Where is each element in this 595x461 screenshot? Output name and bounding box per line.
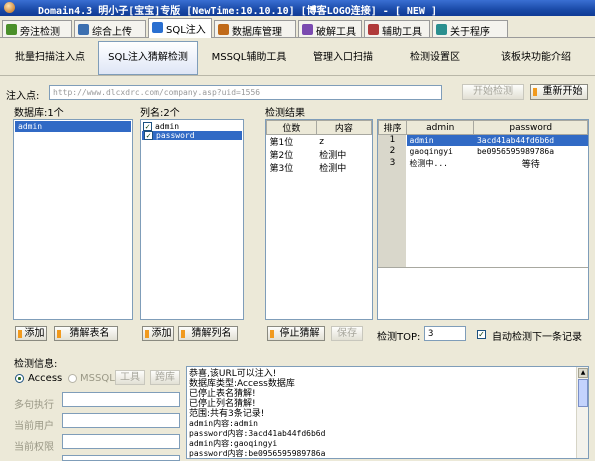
table-row[interactable]: 1 admin 3acd41ab44fd6b6d	[379, 134, 588, 146]
tab-sql-inject[interactable]: SQL注入	[148, 18, 212, 38]
syringe-icon	[152, 22, 163, 33]
log-output[interactable]: 恭喜,该URL可以注入! 数据库类型:Access数据库 已停止表名猜解! 已停…	[186, 366, 589, 459]
mssql-tools-button[interactable]: MSSQL辅助工具	[200, 40, 298, 76]
window-title: Domain4.3 明小子[宝宝]专版 [NewTime:10.10.10] […	[38, 6, 437, 16]
main-tabs: 旁注检测 综合上传 SQL注入 数据库管理 破解工具 辅助工具 关于程序	[0, 18, 595, 38]
current-perm-field[interactable]	[62, 434, 180, 449]
access-label: Access	[28, 373, 63, 384]
tool-button[interactable]: 工具	[115, 370, 145, 385]
table-row: 第2位 检测中	[269, 151, 347, 161]
table-row: 第1位 z	[269, 136, 324, 149]
sort-header: 排序	[378, 120, 407, 135]
table-row[interactable]: 3 检测中... 等待	[379, 157, 588, 170]
scroll-thumb[interactable]	[578, 379, 588, 407]
checkbox-checked-icon[interactable]: ✓	[144, 131, 153, 140]
admin-col-header: admin	[405, 120, 475, 135]
table-row: 第3位 检测中	[269, 164, 347, 174]
table-row[interactable]: 2 gaoqingyi be0956595989786a	[379, 146, 588, 157]
log-line: admin内容:admin	[189, 419, 258, 428]
cross-db-button[interactable]: 跨库	[150, 370, 180, 385]
log-line: 恭喜,该URL可以注入!	[189, 369, 277, 379]
col-item[interactable]: ✓ admin	[141, 120, 243, 131]
tab-about[interactable]: 关于程序	[432, 20, 508, 38]
content-header: 内容	[315, 120, 372, 135]
info-icon	[436, 24, 447, 35]
position-table: 位数 内容 第1位 z 第2位 检测中 第3位 检测中	[265, 119, 373, 320]
settings-button[interactable]: 检测设置区	[390, 40, 480, 76]
log-line: 范围:共有3条记录!	[189, 409, 265, 419]
top-label: 检测TOP:	[377, 332, 421, 343]
title-bar: Domain4.3 明小子[宝宝]专版 [NewTime:10.10.10] […	[0, 0, 595, 16]
top-input[interactable]: 3	[424, 326, 466, 341]
checkbox-checked-icon[interactable]: ✓	[143, 122, 152, 131]
scroll-up-icon[interactable]: ▲	[578, 368, 588, 378]
log-line: 已停止列名猜解!	[189, 399, 256, 409]
log-line: 已停止表名猜解!	[189, 389, 256, 399]
sql-guess-button[interactable]: SQL注入猜解检测	[98, 41, 198, 75]
tab-upload[interactable]: 综合上传	[74, 20, 146, 38]
col-count-label: 列名:2个	[140, 108, 180, 119]
auto-next-label: 自动检测下一条记录	[492, 332, 582, 343]
current-perm-label: 当前权限	[14, 442, 54, 453]
col-item[interactable]: ✓ password	[142, 131, 242, 140]
wrench-icon	[368, 24, 379, 35]
password-col-header: password	[473, 120, 588, 135]
guess-columns-button[interactable]: 猜解列名	[178, 326, 238, 341]
db-add-button[interactable]: 添加	[15, 326, 47, 341]
guess-tables-button[interactable]: 猜解表名	[54, 326, 118, 341]
col-list[interactable]: ✓ admin ✓ password	[140, 119, 244, 320]
log-line: password内容:be0956595989786a	[189, 449, 326, 458]
stop-guess-button[interactable]: 停止猜解	[267, 326, 325, 341]
magnifier-icon	[6, 24, 17, 35]
sql-toolbar: 批量扫描注入点 SQL注入猜解检测 MSSQL辅助工具 管理入口扫描 检测设置区…	[0, 40, 595, 76]
checkbox-checked-icon[interactable]: ✓	[477, 329, 486, 339]
app-icon	[4, 2, 15, 13]
extra-field[interactable]	[62, 455, 180, 461]
multi-exec-label: 多句执行	[14, 400, 54, 411]
table-divider	[378, 267, 588, 268]
radio-access-icon[interactable]	[15, 374, 24, 383]
tab-db-manage[interactable]: 数据库管理	[214, 20, 296, 38]
db-item[interactable]: admin	[15, 121, 131, 132]
log-line: 数据库类型:Access数据库	[189, 379, 295, 389]
tab-crack-tools[interactable]: 破解工具	[298, 20, 362, 38]
inject-label: 注入点:	[6, 91, 40, 102]
current-user-label: 当前用户	[14, 421, 54, 432]
data-table: 排序 admin password 1 admin 3acd41ab44fd6b6d 2…	[377, 119, 589, 320]
save-button[interactable]: 保存	[331, 326, 363, 341]
log-line: password内容:3acd41ab44fd6b6d	[189, 429, 326, 438]
pos-header: 位数	[266, 120, 317, 135]
db-list[interactable]: admin	[13, 119, 133, 320]
multi-exec-field[interactable]	[62, 392, 180, 407]
start-detect-button[interactable]: 开始检测	[462, 84, 524, 100]
inject-url-input[interactable]: http://www.dlcxdrc.com/company.asp?uid=1…	[49, 85, 442, 100]
db-count-label: 数据库:1个	[14, 108, 64, 119]
upload-icon	[78, 24, 89, 35]
radio-mssql-icon[interactable]	[68, 374, 77, 383]
tab-side-detect[interactable]: 旁注检测	[2, 20, 72, 38]
admin-scan-button[interactable]: 管理入口扫描	[300, 40, 386, 76]
log-line: admin内容:gaoqingyi	[189, 439, 278, 448]
restart-button[interactable]: 重新开始	[530, 84, 588, 100]
mssql-label: MSSQL	[80, 373, 115, 384]
batch-scan-button[interactable]: 批量扫描注入点	[4, 40, 96, 76]
info-label: 检测信息:	[14, 359, 58, 370]
col-add-button[interactable]: 添加	[142, 326, 174, 341]
database-icon	[218, 24, 229, 35]
current-user-field[interactable]	[62, 413, 180, 428]
log-scrollbar[interactable]: ▲	[576, 367, 588, 458]
intro-button[interactable]: 该板块功能介绍	[482, 40, 590, 76]
key-icon	[302, 24, 313, 35]
tab-aux-tools[interactable]: 辅助工具	[364, 20, 430, 38]
results-label: 检测结果	[265, 108, 305, 119]
